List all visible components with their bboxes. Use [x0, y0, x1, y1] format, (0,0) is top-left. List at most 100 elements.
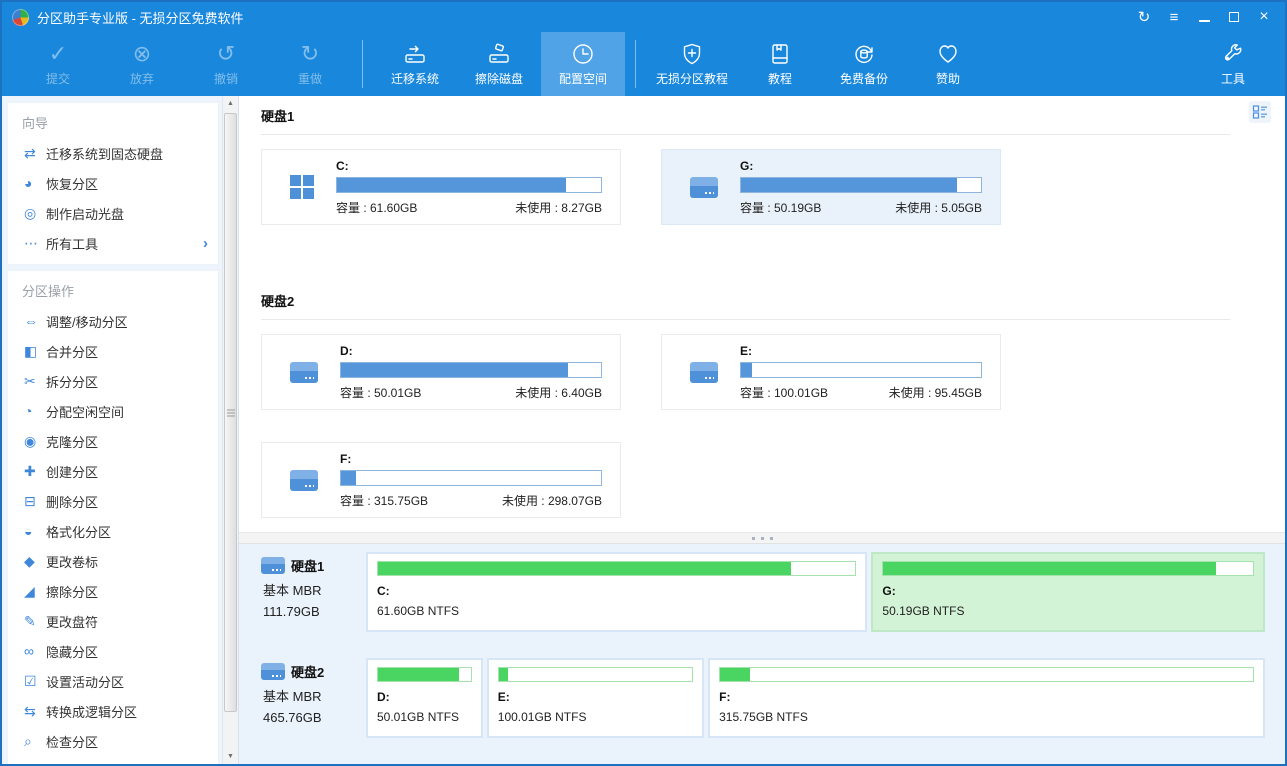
allocate-free-icon: ◔ [24, 404, 46, 418]
drive-icon [690, 362, 718, 383]
sidebar-item-change-type[interactable]: ID 更改分区类型 [8, 756, 218, 764]
wipe-disk-icon [486, 41, 512, 67]
sidebar-item-set-active[interactable]: ☑ 设置活动分区 [8, 666, 218, 696]
window-controls: ↻ ≡ × [1131, 6, 1277, 28]
disk-size: 465.76GB [261, 710, 366, 725]
allocate-space-button[interactable]: 配置空间 [541, 32, 625, 96]
sponsor-button[interactable]: 赞助 [906, 32, 990, 96]
disk-map-panel: 硬盘1 基本 MBR 111.79GB C: 61.60GB NTFS [239, 544, 1285, 764]
splitter-grip-icon [752, 537, 773, 540]
sidebar-item-change-label[interactable]: ◆ 更改卷标 [8, 546, 218, 576]
wrench-icon [1220, 41, 1246, 67]
merge-icon: ◧ [24, 344, 46, 358]
split-icon: ✂ [24, 374, 46, 388]
drive-arrow-icon: ⇄ [24, 146, 46, 160]
scroll-down-arrow-icon[interactable]: ▼ [223, 749, 238, 764]
sidebar-scrollbar[interactable]: ▲ ▼ [222, 96, 238, 764]
partition-block-g[interactable]: G: 50.19GB NTFS [871, 552, 1265, 632]
partition-card-f[interactable]: F: 容量 : 315.75GB 未使用 : 298.07GB [261, 442, 621, 518]
sidebar-section-partition-ops: 分区操作 ⇔ 调整/移动分区 ◧ 合并分区 ✂ 拆分分区 ◔ [8, 271, 218, 764]
partition-card-d[interactable]: D: 容量 : 50.01GB 未使用 : 6.40GB [261, 334, 621, 410]
capacity-text: 容量 : 315.75GB [340, 492, 428, 509]
sidebar-item-recover-partition[interactable]: ◕ 恢复分区 [8, 168, 218, 198]
sidebar-item-resize-move[interactable]: ⇔ 调整/移动分区 [8, 306, 218, 336]
sidebar-item-migrate-to-ssd[interactable]: ⇄ 迁移系统到固态硬盘 [8, 138, 218, 168]
format-icon: ◒ [24, 524, 46, 538]
drive-icon [290, 470, 318, 491]
tools-button[interactable]: 工具 [1191, 32, 1275, 96]
sidebar-item-create[interactable]: ✚ 创建分区 [8, 456, 218, 486]
migrate-os-button[interactable]: 迁移系统 [373, 32, 457, 96]
recover-pie-icon: ◕ [24, 176, 46, 190]
capacity-text: 容量 : 50.01GB [340, 384, 421, 401]
partition-card-e[interactable]: E: 容量 : 100.01GB 未使用 : 95.45GB [661, 334, 1001, 410]
refresh-icon[interactable]: ↻ [1131, 6, 1157, 28]
minimize-button[interactable] [1191, 6, 1217, 28]
sidebar-item-format[interactable]: ◒ 格式化分区 [8, 516, 218, 546]
capacity-text: 容量 : 50.19GB [740, 199, 821, 216]
sidebar-item-clone[interactable]: ◉ 克隆分区 [8, 426, 218, 456]
lossless-tutorial-button[interactable]: 无损分区教程 [646, 32, 738, 96]
bootdisc-icon: ◎ [24, 206, 46, 220]
tutorial-button[interactable]: 教程 [738, 32, 822, 96]
clone-icon: ◉ [24, 434, 46, 448]
usage-bar [740, 177, 982, 193]
discard-icon: ⊗ [133, 41, 151, 67]
sidebar-item-merge[interactable]: ◧ 合并分区 [8, 336, 218, 366]
disk2-label[interactable]: 硬盘2 基本 MBR 465.76GB [261, 658, 366, 738]
disk-meta: 基本 MBR [261, 580, 366, 599]
heart-icon [935, 41, 961, 67]
sidebar-item-allocate-free-space[interactable]: ◔ 分配空闲空间 [8, 396, 218, 426]
disk-size: 111.79GB [261, 604, 366, 619]
sidebar: 向导 ⇄ 迁移系统到固态硬盘 ◕ 恢复分区 ◎ 制作启动光盘 ⋯ [2, 96, 239, 764]
maximize-button[interactable] [1221, 6, 1247, 28]
commit-button[interactable]: ✓ 提交 [16, 32, 100, 96]
sidebar-item-all-tools[interactable]: ⋯ 所有工具 › [8, 228, 218, 258]
undo-icon: ↺ [217, 41, 235, 67]
free-backup-button[interactable]: 免费备份 [822, 32, 906, 96]
sidebar-item-make-boot-disc[interactable]: ◎ 制作启动光盘 [8, 198, 218, 228]
drive-icon [261, 663, 285, 680]
free-backup-icon [851, 41, 877, 67]
create-icon: ✚ [24, 464, 46, 478]
discard-button[interactable]: ⊗ 放弃 [100, 32, 184, 96]
divider [261, 134, 1230, 135]
redo-button[interactable]: ↻ 重做 [268, 32, 352, 96]
sidebar-item-wipe[interactable]: ◢ 擦除分区 [8, 576, 218, 606]
scroll-up-arrow-icon[interactable]: ▲ [223, 96, 238, 111]
partition-block-e[interactable]: E: 100.01GB NTFS [487, 658, 704, 738]
commit-check-icon: ✓ [49, 41, 67, 67]
app-logo-icon [12, 9, 29, 26]
toolbar-separator [635, 40, 636, 88]
sidebar-item-hide[interactable]: ∞ 隐藏分区 [8, 636, 218, 666]
convert-logical-icon: ⇆ [24, 704, 46, 718]
usage-bar [377, 561, 856, 576]
sidebar-item-change-drive-letter[interactable]: ✎ 更改盘符 [8, 606, 218, 636]
partition-card-g[interactable]: G: 容量 : 50.19GB 未使用 : 5.05GB [661, 149, 1001, 225]
sidebar-item-convert-logical[interactable]: ⇆ 转换成逻辑分区 [8, 696, 218, 726]
unused-text: 未使用 : 5.05GB [895, 199, 982, 216]
sidebar-item-delete[interactable]: ⊟ 删除分区 [8, 486, 218, 516]
sidebar-item-check[interactable]: ⌕ 检查分区 [8, 726, 218, 756]
menu-icon[interactable]: ≡ [1161, 6, 1187, 28]
window-title: 分区助手专业版 - 无损分区免费软件 [37, 8, 1131, 27]
panel-splitter[interactable] [239, 532, 1285, 544]
close-button[interactable]: × [1251, 6, 1277, 28]
view-toggle-button[interactable] [1249, 101, 1271, 123]
partition-block-f[interactable]: F: 315.75GB NTFS [708, 658, 1265, 738]
undo-button[interactable]: ↺ 撤销 [184, 32, 268, 96]
label-tag-icon: ◆ [24, 554, 46, 568]
usage-bar [498, 667, 693, 682]
sidebar-item-split[interactable]: ✂ 拆分分区 [8, 366, 218, 396]
toolbar-separator [362, 40, 363, 88]
usage-bar [377, 667, 472, 682]
clock-icon [570, 41, 596, 67]
drive-icon [290, 362, 318, 383]
scrollbar-thumb[interactable] [224, 113, 237, 712]
disk-overview-area: 硬盘1 C: 容量 : 61.60GB 未使用 : 8.27GB [239, 96, 1285, 532]
wipe-disk-button[interactable]: 擦除磁盘 [457, 32, 541, 96]
disk1-label[interactable]: 硬盘1 基本 MBR 111.79GB [261, 552, 366, 632]
partition-block-d[interactable]: D: 50.01GB NTFS [366, 658, 483, 738]
partition-block-c[interactable]: C: 61.60GB NTFS [366, 552, 867, 632]
partition-card-c[interactable]: C: 容量 : 61.60GB 未使用 : 8.27GB [261, 149, 621, 225]
